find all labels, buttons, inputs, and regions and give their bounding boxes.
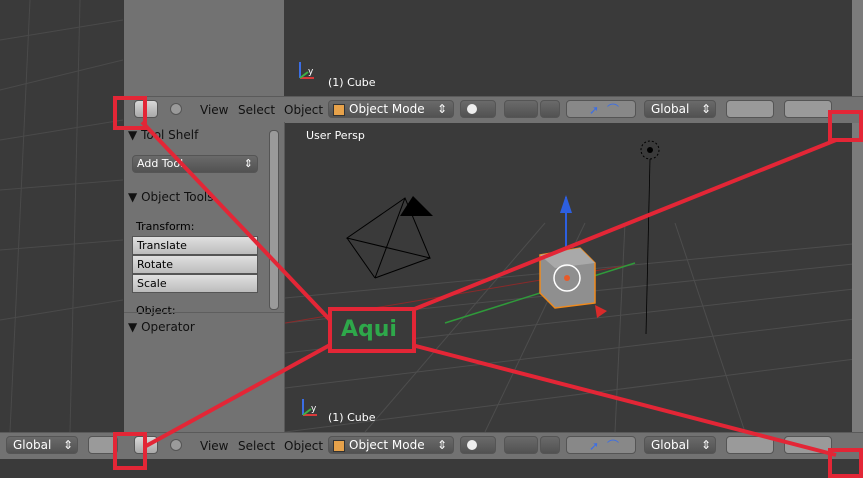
main-object-label: (1) Cube (328, 411, 376, 424)
svg-text:y: y (308, 67, 314, 77)
operator-title: Operator (141, 320, 195, 334)
bottom-orientation-label-2: Global (651, 438, 690, 452)
tool-shelf-header[interactable]: ▼ Tool Shelf (128, 128, 198, 150)
collapse-menu-icon[interactable] (170, 439, 182, 451)
collapse-arrow-icon: ▼ (128, 320, 138, 334)
object-tools-header[interactable]: ▼ Object Tools (128, 190, 214, 212)
tool-shelf-title: Tool Shelf (141, 128, 199, 142)
chevron-updown-icon: ⇕ (700, 438, 711, 452)
transform-label: Transform: (136, 220, 195, 233)
chevron-updown-icon: ⇕ (62, 438, 73, 452)
rotate-button[interactable]: Rotate (132, 255, 258, 274)
bottom-orientation-select[interactable]: Global ⇕ (6, 436, 78, 454)
camera-object[interactable] (345, 188, 455, 283)
chevron-updown-icon: ⇕ (436, 438, 447, 452)
bottom-mode-label: Object Mode (349, 438, 425, 452)
viewport-header-top: View Select Object Object Mode ⇕ ➚ ⌒ Glo… (124, 96, 863, 124)
layer-buttons-a[interactable] (726, 100, 774, 118)
bottom-manipulator-toggle[interactable] (540, 436, 560, 454)
orientation-select[interactable]: Global ⇕ (644, 100, 716, 118)
bottom-menu-object[interactable]: Object (284, 439, 323, 453)
collapse-arrow-icon: ▼ (128, 190, 138, 204)
object-tools-title: Object Tools (141, 190, 214, 204)
axis-gizmo-icon: y (302, 399, 317, 416)
pivot-select[interactable] (504, 100, 538, 118)
object-label: Object: (136, 304, 176, 317)
bottom-layer-buttons-b[interactable] (784, 436, 832, 454)
corner-highlight-top-left (113, 96, 147, 130)
rotate-manipulator-icon[interactable]: ⌒ (607, 438, 619, 454)
view-label: User Persp (306, 129, 365, 142)
transform-manipulators[interactable]: ➚ ⌒ (566, 100, 636, 118)
collapse-menu-icon[interactable] (170, 103, 182, 115)
bottom-pivot-select[interactable] (504, 436, 538, 454)
bottom-orientation-label: Global (13, 438, 52, 452)
left-viewport[interactable] (0, 0, 123, 432)
menu-view[interactable]: View (200, 103, 228, 117)
panel-divider (124, 312, 284, 313)
cube-icon (333, 440, 345, 452)
chevron-updown-icon: ⇕ (243, 157, 253, 170)
translate-button[interactable]: Translate (132, 236, 258, 255)
corner-highlight-top-right (828, 110, 863, 142)
menu-object[interactable]: Object (284, 103, 323, 117)
sphere-icon (467, 104, 477, 114)
bottom-transform-manipulators[interactable]: ➚ ⌒ (566, 436, 636, 454)
shading-select[interactable] (460, 100, 496, 118)
mode-select[interactable]: Object Mode ⇕ (328, 100, 454, 118)
add-tool-label: Add Tool (137, 157, 184, 170)
cube-object[interactable] (525, 193, 645, 323)
manipulator-toggle[interactable] (540, 100, 560, 118)
axis-gizmo-icon: y (299, 62, 314, 79)
layer-buttons-b[interactable] (784, 100, 832, 118)
orientation-label: Global (651, 102, 690, 116)
top-object-label: (1) Cube (328, 76, 376, 89)
annotation-label: Aqui (341, 317, 397, 342)
bottom-shading-select[interactable] (460, 436, 496, 454)
top-sidebar-strip (124, 0, 284, 96)
right-edge-strip (852, 0, 863, 96)
main-viewport[interactable]: User Persp y (1) Cube (285, 123, 863, 432)
translate-manipulator-icon[interactable]: ➚ (589, 438, 599, 454)
translate-manipulator-icon[interactable]: ➚ (589, 102, 599, 118)
tool-shelf: ▼ Tool Shelf Add Tool ⇕ ▼ Object Tools T… (124, 122, 285, 432)
bottom-menu-select[interactable]: Select (238, 439, 275, 453)
bottom-mode-select[interactable]: Object Mode ⇕ (328, 436, 454, 454)
menu-select[interactable]: Select (238, 103, 275, 117)
cube-icon (333, 104, 345, 116)
bottom-orientation-select-2[interactable]: Global ⇕ (644, 436, 716, 454)
collapse-arrow-icon: ▼ (128, 128, 138, 142)
corner-highlight-bottom-right (828, 448, 863, 478)
rotate-manipulator-icon[interactable]: ⌒ (607, 102, 619, 118)
annotation-box: Aqui (328, 307, 416, 353)
add-tool-select[interactable]: Add Tool ⇕ (132, 155, 258, 173)
scale-button[interactable]: Scale (132, 274, 258, 293)
sphere-icon (467, 440, 477, 450)
mode-label: Object Mode (349, 102, 425, 116)
chevron-updown-icon: ⇕ (700, 102, 711, 116)
bottom-menu-view[interactable]: View (200, 439, 228, 453)
chevron-updown-icon: ⇕ (436, 102, 447, 116)
tool-shelf-scrollbar[interactable] (269, 130, 279, 310)
svg-text:y: y (311, 404, 317, 414)
operator-header[interactable]: ▼ Operator (128, 320, 195, 342)
right-edge-strip-main (852, 123, 863, 432)
corner-highlight-bottom-left (113, 432, 147, 470)
bottom-layer-buttons-a[interactable] (726, 436, 774, 454)
top-viewport[interactable]: y (1) Cube (124, 0, 863, 96)
